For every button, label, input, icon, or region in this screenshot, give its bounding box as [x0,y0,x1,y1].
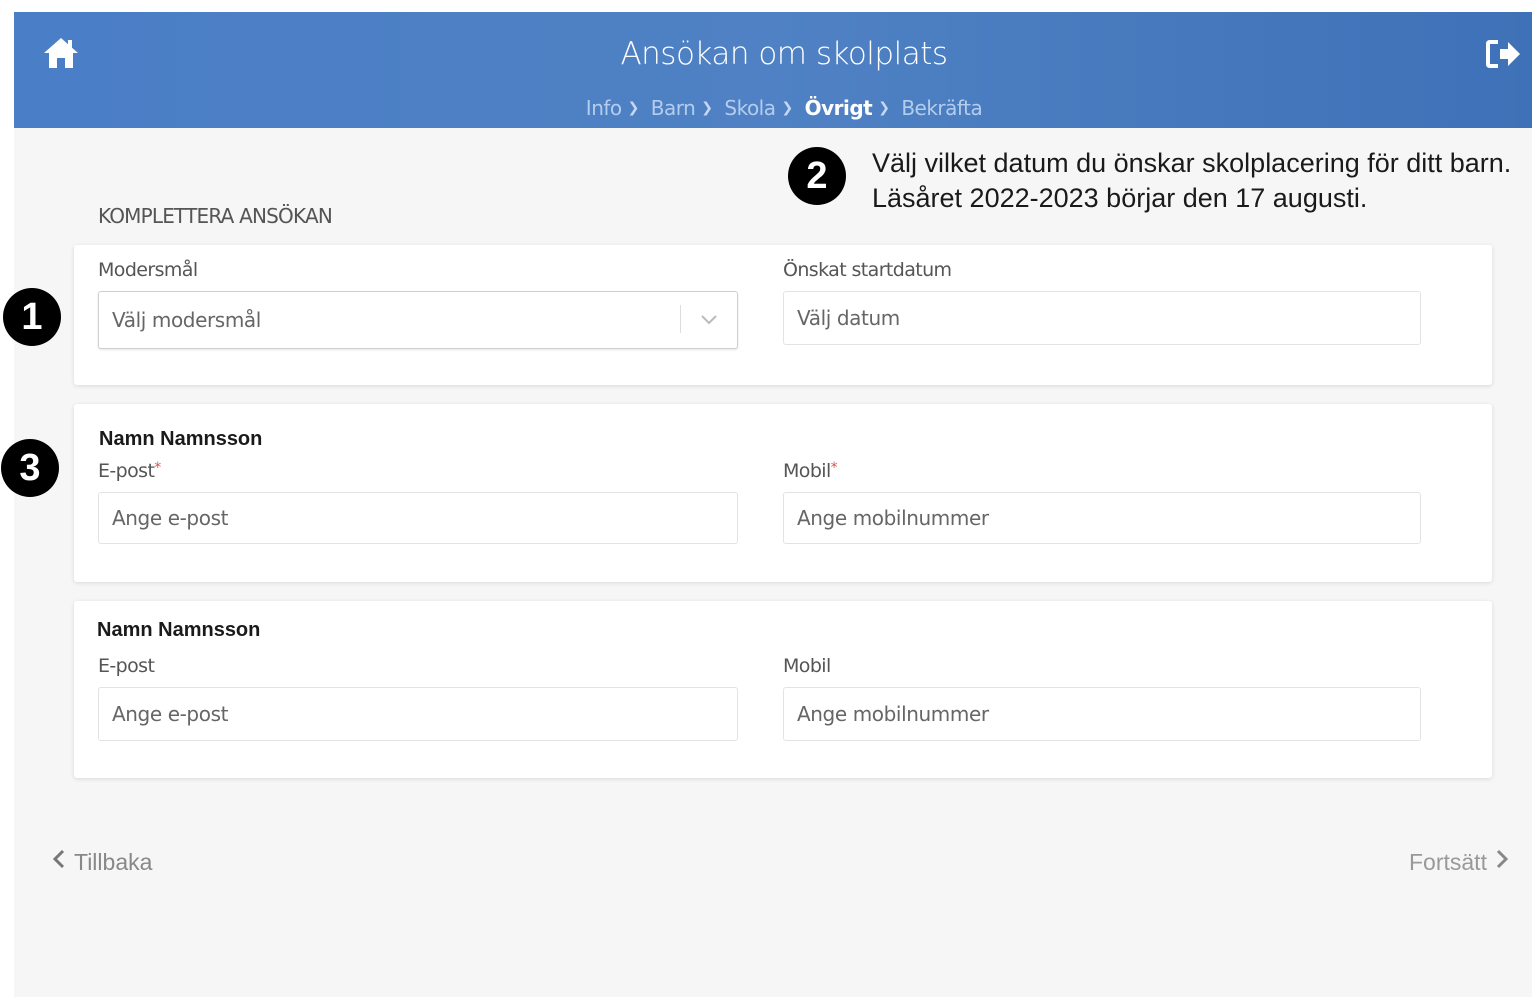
breadcrumb: Info ❯ Barn ❯ Skola ❯ Övrigt ❯ Bekräfta [14,94,1532,120]
section-heading: KOMPLETTERA ANSÖKAN [98,204,333,228]
email-field[interactable]: Ange e-post [98,492,738,544]
mobile-field[interactable]: Ange mobilnummer [783,492,1421,544]
next-label: Fortsätt [1409,848,1487,875]
mobile-placeholder: Ange mobilnummer [797,702,989,726]
chevron-right-icon [1495,848,1509,876]
breadcrumb-ovrigt: Övrigt [804,95,873,120]
language-date-card: Modersmål Välj modersmål Önskat startdat… [74,245,1492,385]
guardian-name: Namn Namnsson [97,619,261,641]
page-title: Ansökan om skolplats [620,36,948,72]
breadcrumb-chevron-icon: ❯ [701,99,713,116]
guardian-card-1: Namn Namnsson E-post* Ange e-post Mobil*… [74,404,1492,582]
annotation-badge-3: 3 [1,439,59,497]
start-date-input[interactable]: Välj datum [783,291,1421,345]
annotation-badge-2: 2 [788,147,846,205]
mobile-label: Mobil [783,655,831,677]
language-label: Modersmål [98,259,198,281]
breadcrumb-barn[interactable]: Barn [651,96,696,120]
back-label: Tillbaka [74,848,153,875]
mobile-placeholder: Ange mobilnummer [797,506,989,530]
back-button[interactable]: Tillbaka [52,848,152,876]
start-date-label: Önskat startdatum [783,259,952,281]
mobile-label: Mobil* [783,460,838,482]
guardian-name: Namn Namnsson [99,428,263,450]
email-label: E-post* [98,460,161,482]
language-select[interactable]: Välj modersmål [98,291,738,349]
next-button[interactable]: Fortsätt [1409,848,1509,876]
select-divider [680,305,681,333]
logout-icon[interactable] [1486,38,1522,70]
breadcrumb-chevron-icon: ❯ [627,99,640,116]
breadcrumb-bekrafta[interactable]: Bekräfta [901,96,982,120]
start-date-placeholder: Välj datum [797,306,900,330]
breadcrumb-chevron-icon: ❯ [781,99,794,116]
email-placeholder: Ange e-post [112,506,229,530]
annotation-badge-1: 1 [3,288,61,346]
breadcrumb-chevron-icon: ❯ [878,99,890,116]
guardian-card-2: Namn Namnsson E-post Ange e-post Mobil A… [74,601,1492,778]
language-select-value: Välj modersmål [112,308,261,332]
mobile-field[interactable]: Ange mobilnummer [783,687,1421,741]
annotation-note: Välj vilket datum du önskar skolplacerin… [872,148,1512,213]
breadcrumb-info[interactable]: Info [586,96,622,120]
email-field[interactable]: Ange e-post [98,687,738,741]
chevron-down-icon[interactable] [699,309,719,329]
email-placeholder: Ange e-post [112,702,229,726]
email-label: E-post [98,655,155,677]
header-bar: Ansökan om skolplats Info ❯ Barn ❯ Skola ❯ … [14,12,1532,128]
chevron-left-icon [52,848,66,876]
breadcrumb-skola[interactable]: Skola [724,96,776,120]
